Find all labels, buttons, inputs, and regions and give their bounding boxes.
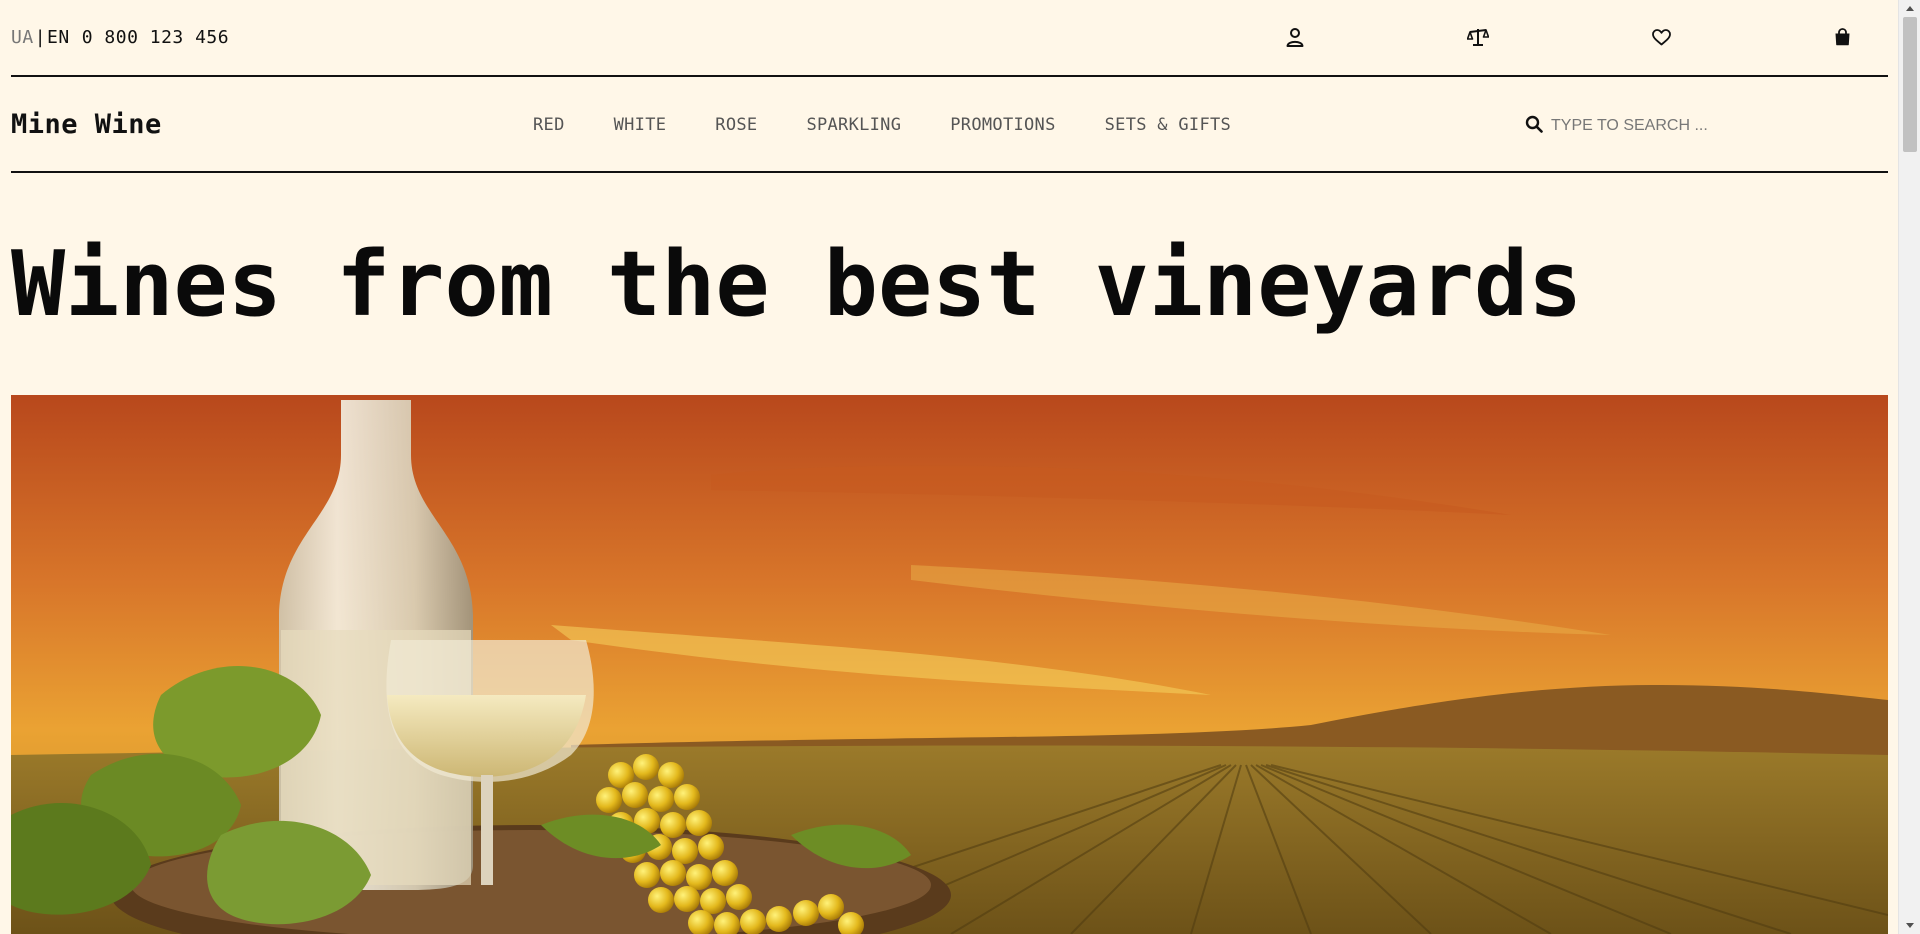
language-separator: |: [34, 27, 47, 48]
page: UA | EN 0 800 123 456 Mine Wine RED WHIT…: [0, 0, 1898, 934]
shopping-bag-icon[interactable]: [1831, 26, 1853, 48]
scroll-up-arrow-icon[interactable]: [1899, 0, 1920, 17]
compare-scale-icon[interactable]: [1467, 26, 1489, 48]
nav-item-white[interactable]: WHITE: [614, 115, 667, 135]
phone-number[interactable]: 0 800 123 456: [82, 27, 229, 48]
scroll-down-arrow-icon[interactable]: [1899, 917, 1920, 934]
main-header: Mine Wine RED WHITE ROSE SPARKLING PROMO…: [11, 77, 1888, 173]
search-box: [1525, 113, 1755, 139]
category-nav: RED WHITE ROSE SPARKLING PROMOTIONS SETS…: [533, 115, 1231, 135]
search-icon[interactable]: [1525, 115, 1543, 137]
scrollbar-thumb[interactable]: [1903, 17, 1917, 152]
hero-title: Wines from the best vineyards: [11, 232, 1583, 337]
language-en-link[interactable]: EN: [47, 27, 70, 48]
nav-item-red[interactable]: RED: [533, 115, 565, 135]
user-icon[interactable]: [1284, 26, 1306, 48]
heart-icon[interactable]: [1650, 26, 1672, 48]
site-logo[interactable]: Mine Wine: [11, 109, 162, 140]
top-utility-bar: UA | EN 0 800 123 456: [11, 0, 1888, 77]
language-and-phone: UA | EN 0 800 123 456: [11, 27, 229, 48]
hero-image: [11, 395, 1888, 934]
search-input[interactable]: [1551, 117, 1751, 135]
language-ua-link[interactable]: UA: [11, 27, 34, 48]
nav-item-rose[interactable]: ROSE: [715, 115, 757, 135]
nav-item-sparkling[interactable]: SPARKLING: [806, 115, 901, 135]
nav-item-sets-gifts[interactable]: SETS & GIFTS: [1105, 115, 1231, 135]
page-scrollbar[interactable]: [1898, 0, 1920, 934]
nav-item-promotions[interactable]: PROMOTIONS: [950, 115, 1055, 135]
